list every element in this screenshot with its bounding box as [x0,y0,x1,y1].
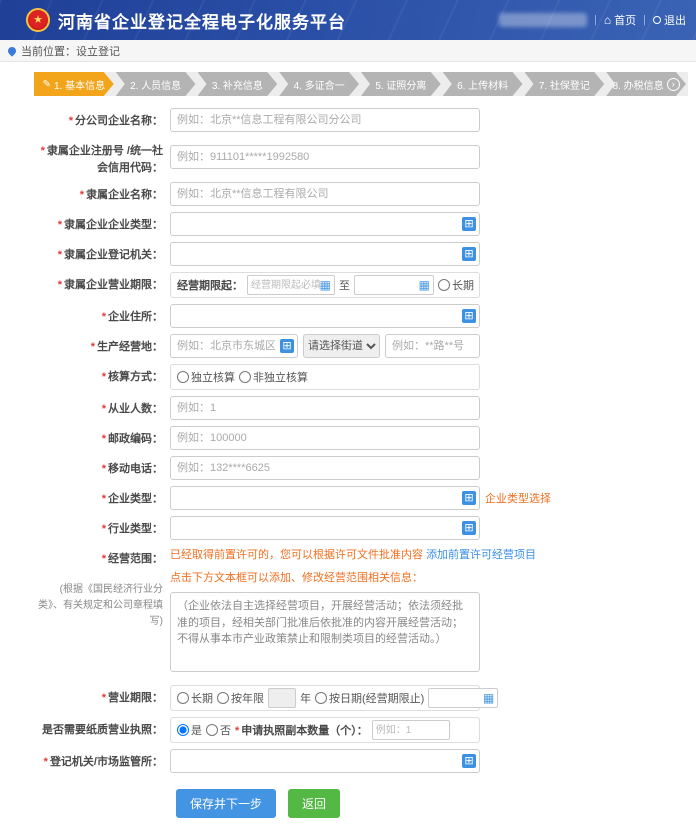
paper-no-radio[interactable]: 否 [206,722,231,738]
tab-step-1-basic-info[interactable]: ✎ 1. 基本信息 [34,72,114,96]
breadcrumb-label: 当前位置：设立登记 [21,43,120,59]
selector-icon[interactable]: ⊞ [280,339,294,353]
nav-home-link[interactable]: ⌂ 首页 [604,12,636,28]
row-postcode: *邮政编码： [36,426,696,450]
row-business-scope: *经营范围： (根据《国民经济行业分类》、有关规定和公司章程填写) 已经取得前置… [36,546,696,677]
accounting-group: 独立核算 非独立核算 [170,364,480,390]
row-operation-place: *生产经营地： ⊞ 请选择街道 [36,334,696,358]
mobile-input[interactable] [170,456,480,480]
company-type-select-link[interactable]: 企业类型选择 [485,490,551,506]
term-long-radio[interactable]: 长期 [177,690,213,706]
calendar-icon[interactable]: ▦ [320,278,331,292]
reg-authority-input[interactable] [170,749,480,773]
app-header: ★ 河南省企业登记全程电子化服务平台 | ⌂ 首页 | 退出 [0,0,696,40]
row-parent-type: *隶属企业企业类型： ⊞ [36,212,696,236]
industry-type-input[interactable] [170,516,480,540]
row-branch-name: *分公司企业名称： [36,108,696,132]
add-prelicense-link[interactable]: 添加前置许可经营项目 [426,549,536,561]
tab-step-5-license-separation[interactable]: 5. 证照分离 [361,72,441,96]
road-input[interactable] [385,334,480,358]
save-next-button[interactable]: 保存并下一步 [176,789,276,818]
parent-term-longterm-radio[interactable]: 长期 [438,277,474,293]
basic-info-form: *分公司企业名称： *隶属企业注册号 /统一社会信用代码： *隶属企业名称： *… [0,108,696,773]
logout-icon [653,16,661,24]
row-reg-authority: *登记机关/市场监管所： ⊞ [36,749,696,773]
branch-name-input[interactable] [170,108,480,132]
national-emblem-logo: ★ [26,8,50,32]
home-icon: ⌂ [604,14,611,26]
accounting-independent-radio[interactable]: 独立核算 [177,369,235,385]
row-parent-term: *隶属企业营业期限： 经营期限起： ▦ 至 ▦ 长期 [36,272,696,298]
tab-step-3-supplementary-info[interactable]: 3. 补充信息 [198,72,278,96]
row-parent-regno: *隶属企业注册号 /统一社会信用代码： [36,138,696,176]
row-mobile: *移动电话： [36,456,696,480]
row-accounting: *核算方式： 独立核算 非独立核算 [36,364,696,390]
selector-icon[interactable]: ⊞ [462,247,476,261]
term-years-radio[interactable]: 按年限 [217,690,264,706]
breadcrumb: 当前位置：设立登记 [0,40,696,62]
tab-step-2-personnel-info[interactable]: 2. 人员信息 [116,72,196,96]
operation-district-input[interactable] [170,334,298,358]
selector-icon[interactable]: ⊞ [462,521,476,535]
row-parent-name: *隶属企业名称： [36,182,696,206]
selector-icon[interactable]: ⊞ [462,217,476,231]
selector-icon[interactable]: ⊞ [462,309,476,323]
tab-step-6-upload-materials[interactable]: 6. 上传材料 [443,72,523,96]
selector-icon[interactable]: ⊞ [462,491,476,505]
row-company-type: *企业类型： ⊞ 企业类型选择 [36,486,696,510]
employees-input[interactable] [170,396,480,420]
scope-tip-1: 已经取得前置许可的，您可以根据许可文件批准内容 添加前置许可经营项目 [170,546,536,562]
parent-term-group: 经营期限起： ▦ 至 ▦ 长期 [170,272,480,298]
row-business-term: *营业期限： 长期 按年限 年 按日期(经营期限止) ▦ [36,685,696,711]
row-address: *企业住所： ⊞ [36,304,696,328]
back-button[interactable]: 返回 [288,789,340,818]
business-scope-note: (根据《国民经济行业分类》、有关规定和公司章程填写) [36,582,163,630]
row-employees: *从业人数： [36,396,696,420]
location-pin-icon [6,45,17,56]
accounting-nonindependent-radio[interactable]: 非独立核算 [239,369,308,385]
tab-step-7-social-security[interactable]: 7. 社保登记 [525,72,605,96]
nav-home-label: 首页 [614,12,636,28]
scope-tip-2: 点击下方文本框可以添加、修改经营范围相关信息： [170,569,536,585]
selector-icon[interactable]: ⊞ [462,754,476,768]
pencil-icon: ✎ [43,79,51,90]
term-years-input[interactable] [268,688,296,708]
nav-logout-link[interactable]: 退出 [653,12,686,28]
step-tabs: ✎ 1. 基本信息 2. 人员信息 3. 补充信息 4. 多证合一 5. 证照分… [34,72,688,96]
parent-name-input[interactable] [170,182,480,206]
form-actions: 保存并下一步 返回 [0,779,516,836]
paper-yes-radio[interactable]: 是 [177,722,202,738]
tab-step-8-tax-info[interactable]: 8. 办税信息 › [606,72,686,96]
parent-authority-input[interactable] [170,242,480,266]
username-redacted [499,13,587,27]
parent-regno-input[interactable] [170,145,480,169]
page-title: 河南省企业登记全程电子化服务平台 [58,8,346,33]
tab-step-4-multi-certificate[interactable]: 4. 多证合一 [279,72,359,96]
license-copies-input[interactable] [372,720,450,740]
calendar-icon[interactable]: ▦ [483,691,494,705]
term-date-radio[interactable]: 按日期(经营期限止) [315,690,424,706]
address-input[interactable] [170,304,480,328]
calendar-icon[interactable]: ▦ [419,278,430,292]
row-paper-license: 是否需要纸质营业执照： 是 否 *申请执照副本数量（个）： [36,717,696,743]
business-term-group: 长期 按年限 年 按日期(经营期限止) ▦ [170,685,480,711]
row-parent-authority: *隶属企业登记机关： ⊞ [36,242,696,266]
row-industry-type: *行业类型： ⊞ [36,516,696,540]
nav-logout-label: 退出 [664,12,686,28]
street-select[interactable]: 请选择街道 [303,334,380,358]
chevron-right-icon[interactable]: › [667,78,680,91]
company-type-input[interactable] [170,486,480,510]
business-scope-textarea[interactable]: （企业依法自主选择经营项目，开展经营活动；依法须经批准的项目，经相关部门批准后依… [170,592,480,672]
parent-type-input[interactable] [170,212,480,236]
paper-license-group: 是 否 *申请执照副本数量（个）： [170,717,480,743]
postcode-input[interactable] [170,426,480,450]
